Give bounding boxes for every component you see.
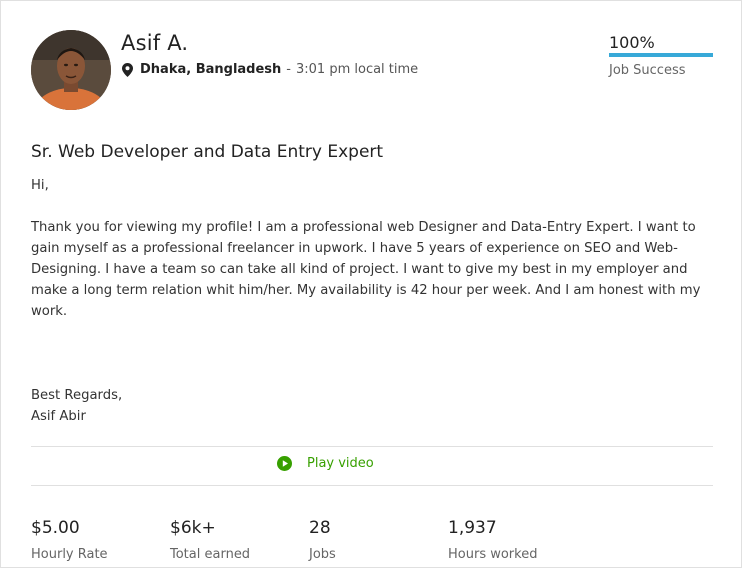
overview-body: Thank you for viewing my profile! I am a… bbox=[31, 220, 701, 319]
stat-hourly-rate: $5.00 Hourly Rate bbox=[31, 518, 108, 562]
play-video-button[interactable]: Play video bbox=[277, 456, 374, 471]
profile-title: Sr. Web Developer and Data Entry Expert bbox=[31, 142, 384, 162]
location-city: Dhaka, Bangladesh bbox=[140, 62, 282, 77]
stat-label: Hourly Rate bbox=[31, 547, 108, 562]
profile-overview: Hi, Thank you for viewing my profile! I … bbox=[31, 175, 715, 427]
freelancer-name: Asif A. bbox=[121, 31, 189, 55]
job-success-label: Job Success bbox=[609, 63, 686, 78]
stat-value: $5.00 bbox=[31, 518, 80, 538]
stat-total-earned: $6k+ Total earned bbox=[170, 518, 250, 562]
overview-signature: Asif Abir bbox=[31, 409, 86, 424]
stat-hours-worked: 1,937 Hours worked bbox=[448, 518, 537, 562]
stat-value: 28 bbox=[309, 518, 331, 538]
divider bbox=[31, 446, 713, 447]
overview-closing: Best Regards, bbox=[31, 388, 123, 403]
location-line: Dhaka, Bangladesh - 3:01 pm local time bbox=[122, 62, 418, 77]
avatar[interactable] bbox=[31, 30, 111, 110]
play-circle-icon bbox=[277, 456, 292, 471]
map-pin-icon bbox=[122, 62, 133, 77]
job-success-bar bbox=[609, 53, 713, 57]
overview-greeting: Hi, bbox=[31, 178, 49, 193]
play-video-label: Play video bbox=[307, 456, 374, 471]
stat-value: 1,937 bbox=[448, 518, 497, 538]
divider bbox=[31, 485, 713, 486]
stat-jobs: 28 Jobs bbox=[309, 518, 336, 562]
stat-label: Hours worked bbox=[448, 547, 538, 562]
job-success-value: 100% bbox=[609, 33, 655, 52]
location-separator: - bbox=[286, 62, 291, 77]
job-success-bar-fill bbox=[609, 53, 713, 57]
profile-card: Asif A. Dhaka, Bangladesh - 3:01 pm loca… bbox=[0, 0, 742, 568]
stat-label: Total earned bbox=[170, 547, 251, 562]
avatar-photo bbox=[31, 30, 111, 110]
stat-label: Jobs bbox=[309, 547, 336, 562]
stat-value: $6k+ bbox=[170, 518, 216, 538]
local-time: 3:01 pm local time bbox=[296, 62, 419, 77]
